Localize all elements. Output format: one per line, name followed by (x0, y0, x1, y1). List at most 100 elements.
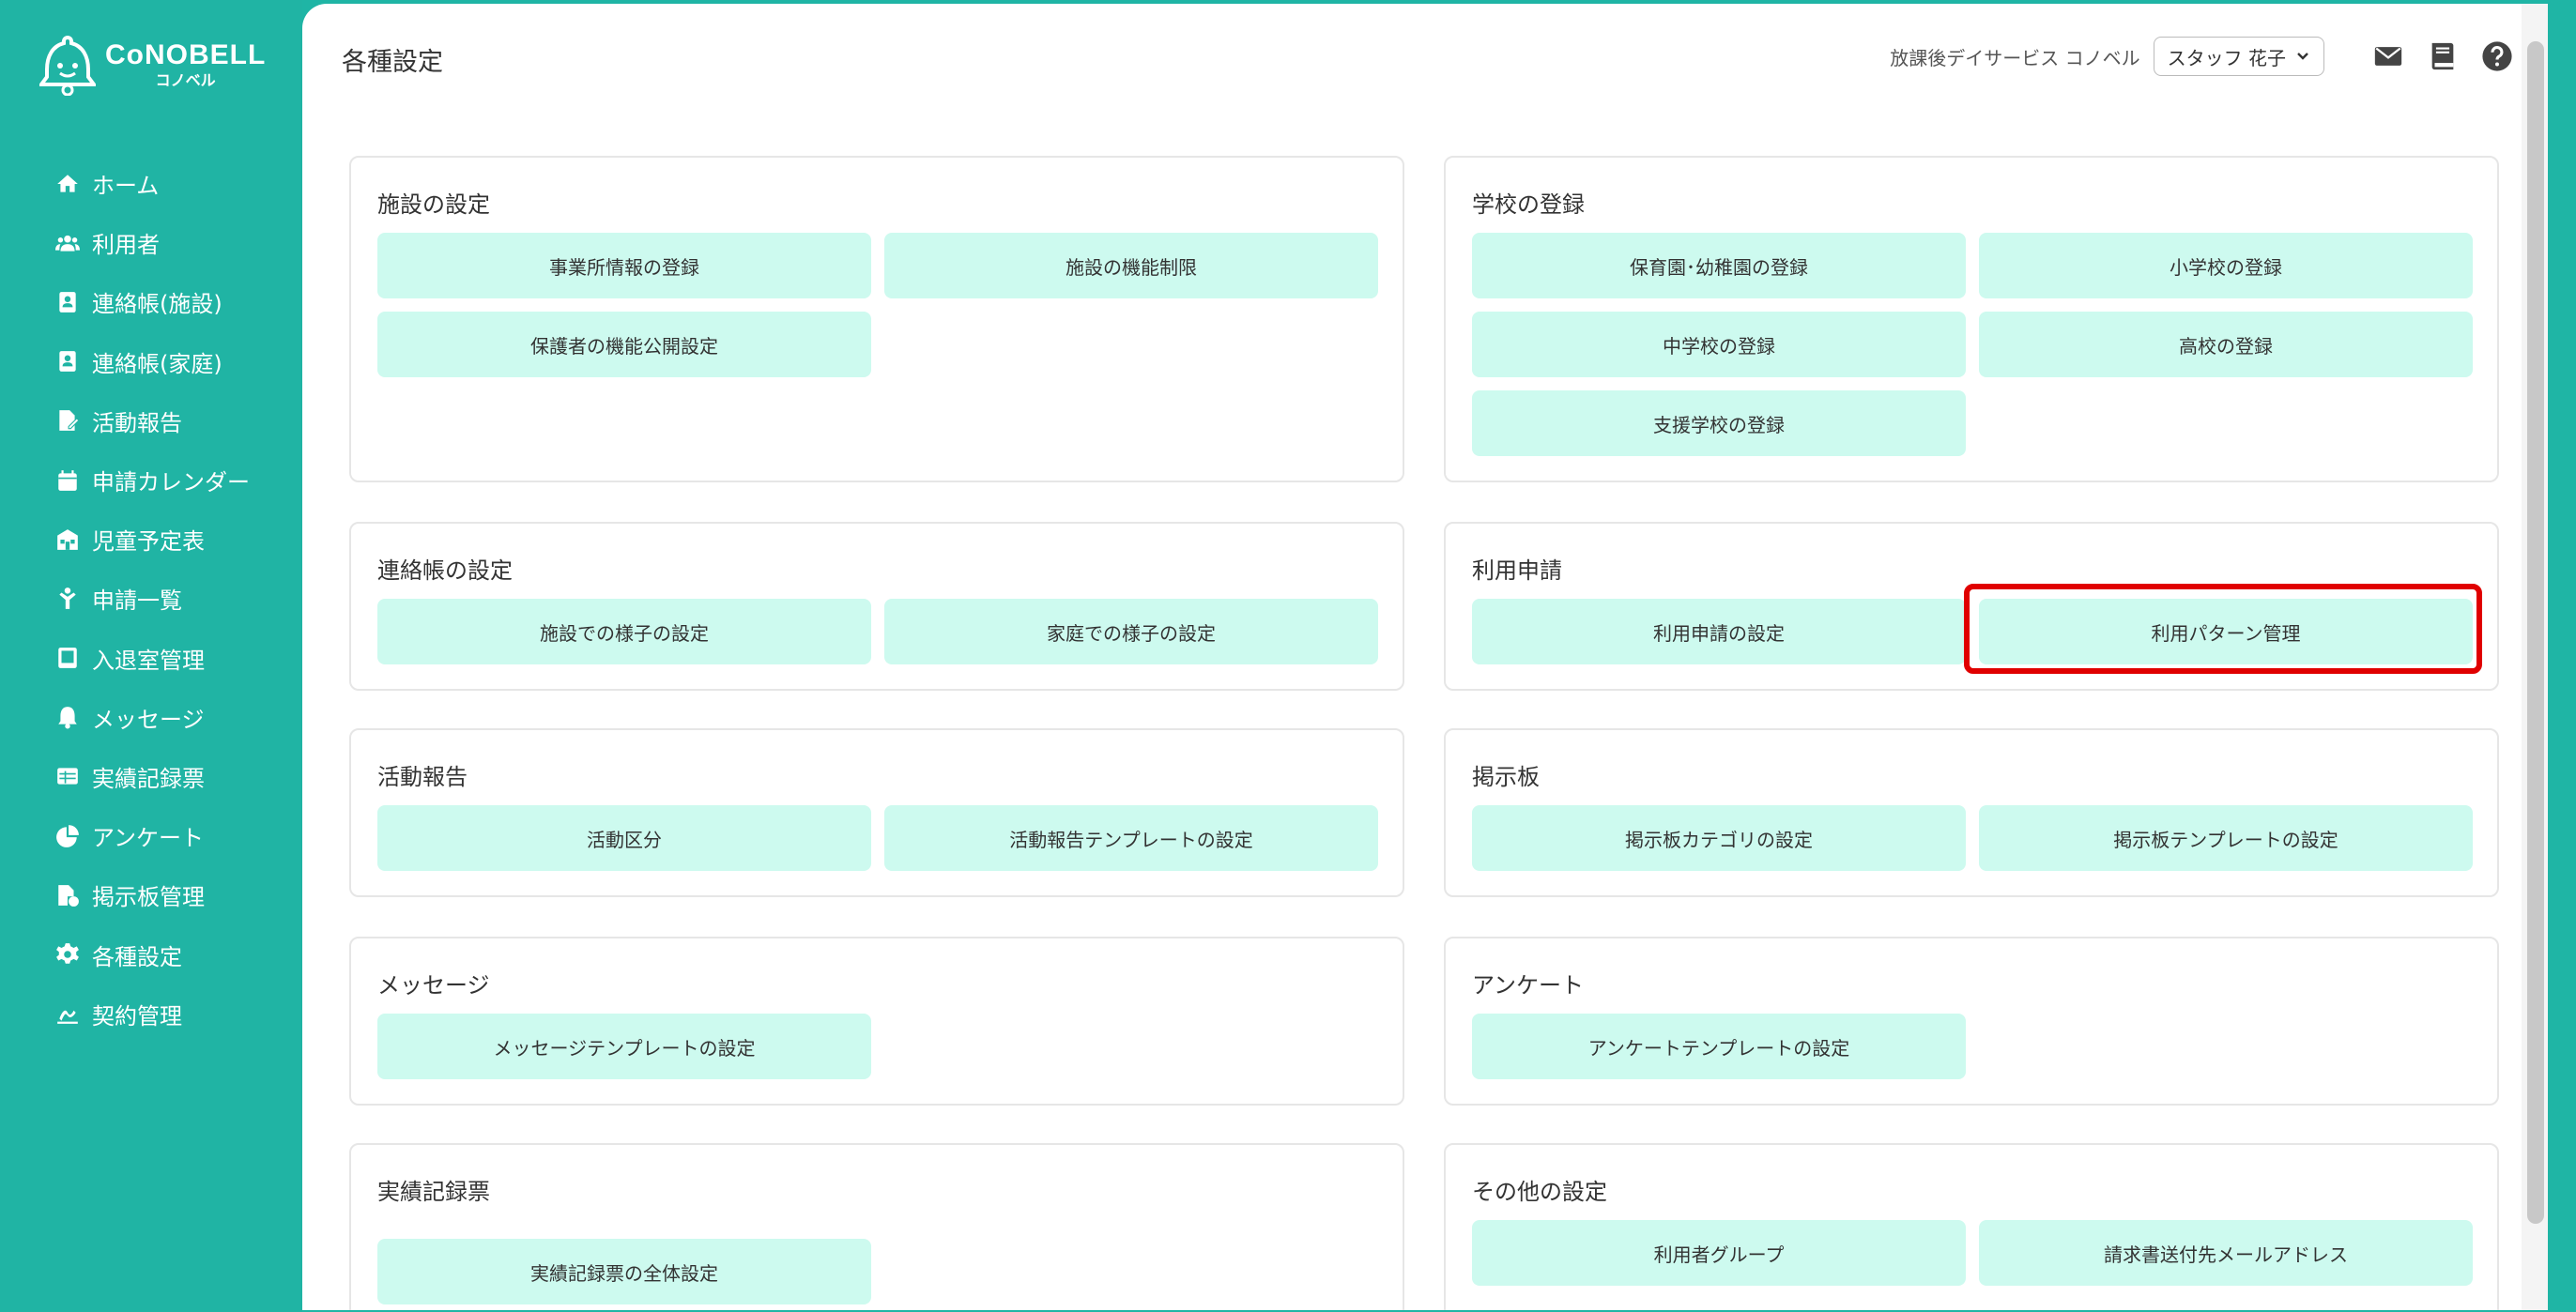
sidebar-item-survey[interactable]: アンケート (54, 806, 299, 865)
sidebar-item-label: 契約管理 (92, 1002, 182, 1030)
activity-category-button[interactable]: 活動区分 (377, 805, 871, 871)
guardian-function-button[interactable]: 保護者の機能公開設定 (377, 312, 871, 377)
card-survey: アンケート アンケートテンプレートの設定 (1444, 937, 2499, 1106)
sidebar-item-label: ホーム (92, 173, 160, 200)
gear-icon (54, 941, 81, 968)
card-message: メッセージ メッセージテンプレートの設定 (349, 937, 1404, 1106)
sidebar-item-records[interactable]: 実績記録票 (54, 747, 299, 806)
card-record: 実績記録票 実績記録票の全体設定 (349, 1143, 1404, 1310)
contact-book-icon (54, 289, 81, 315)
pie-icon (54, 823, 81, 849)
sidebar-item-label: 掲示板管理 (92, 884, 205, 911)
sidebar-item-contracts[interactable]: 契約管理 (54, 984, 299, 1044)
sidebar-item-label: 各種設定 (92, 943, 182, 970)
invoice-email-button[interactable]: 請求書送付先メールアドレス (1979, 1220, 2473, 1286)
brand-name: CoNOBELL (105, 39, 267, 70)
message-template-button[interactable]: メッセージテンプレートの設定 (377, 1014, 871, 1079)
sidebar-item-label: 申請一覧 (92, 587, 182, 615)
facility-info-button[interactable]: 事業所情報の登録 (377, 233, 871, 298)
card-contact-settings: 連絡帳の設定 施設での様子の設定 家庭での様子の設定 (349, 522, 1404, 691)
sidebar-item-requests[interactable]: 申請一覧 (54, 569, 299, 628)
sidebar-item-activity-report[interactable]: 活動報告 (54, 391, 299, 450)
sidebar-item-label: 児童予定表 (92, 528, 205, 556)
support-school-registration-button[interactable]: 支援学校の登録 (1472, 390, 1966, 456)
tablet-icon (54, 645, 81, 671)
sidebar-item-settings[interactable]: 各種設定 (54, 924, 299, 984)
child-icon (54, 586, 81, 612)
home-status-setting-button[interactable]: 家庭での様子の設定 (884, 599, 1378, 664)
sidebar-item-label: メッセージ (92, 706, 205, 733)
manual-book-icon[interactable] (2426, 39, 2460, 73)
card-title: その他の設定 (1472, 1179, 1607, 1205)
nursery-registration-button[interactable]: 保育園･幼稚園の登録 (1472, 233, 1966, 298)
card-facility-settings: 施設の設定 事業所情報の登録 施設の機能制限 保護者の機能公開設定 (349, 156, 1404, 482)
main-panel: 各種設定 放課後デイサービス コノベル スタッフ 花子 施設の設定 事業所情報の… (302, 4, 2548, 1310)
user-group-button[interactable]: 利用者グループ (1472, 1220, 1966, 1286)
report-icon (54, 407, 81, 434)
sidebar-item-label: 申請カレンダー (92, 469, 250, 496)
schedule-icon (54, 526, 81, 553)
board-icon (54, 882, 81, 908)
sidebar-nav: ホーム 利用者 連絡帳(施設) 連絡帳(家庭) 活動報告 申請カレンダー 児童予… (54, 154, 299, 1044)
record-global-setting-button[interactable]: 実績記録票の全体設定 (377, 1239, 871, 1304)
card-other-settings: その他の設定 利用者グループ 請求書送付先メールアドレス (1444, 1143, 2499, 1310)
card-title: 利用申請 (1472, 557, 1562, 584)
card-title: 実績記録票 (377, 1179, 490, 1205)
sidebar-item-label: 連絡帳(家庭) (92, 350, 222, 377)
bell-logo-icon (39, 35, 96, 96)
card-usage-request: 利用申請 利用申請の設定 利用パターン管理 (1444, 522, 2499, 691)
board-template-button[interactable]: 掲示板テンプレートの設定 (1979, 805, 2473, 871)
junior-high-registration-button[interactable]: 中学校の登録 (1472, 312, 1966, 377)
user-select[interactable]: スタッフ 花子 (2153, 37, 2324, 76)
home-icon (54, 171, 81, 197)
help-icon[interactable] (2480, 39, 2514, 73)
sidebar-item-label: 連絡帳(施設) (92, 291, 222, 318)
survey-template-button[interactable]: アンケートテンプレートの設定 (1472, 1014, 1966, 1079)
card-title: 学校の登録 (1472, 191, 1585, 218)
card-title: メッセージ (377, 972, 490, 999)
sidebar-item-label: 入退室管理 (92, 647, 205, 674)
facility-status-setting-button[interactable]: 施設での様子の設定 (377, 599, 871, 664)
facility-function-limit-button[interactable]: 施設の機能制限 (884, 233, 1378, 298)
user-name: スタッフ 花子 (2167, 46, 2286, 69)
sidebar-item-users[interactable]: 利用者 (54, 213, 299, 272)
usage-pattern-management-button[interactable]: 利用パターン管理 (1979, 599, 2473, 664)
sidebar-item-contact-home[interactable]: 連絡帳(家庭) (54, 332, 299, 391)
sidebar-item-entry-exit[interactable]: 入退室管理 (54, 629, 299, 688)
card-activity-report: 活動報告 活動区分 活動報告テンプレートの設定 (349, 728, 1404, 897)
logo[interactable]: CoNOBELL コノベル (39, 32, 274, 98)
usage-request-setting-button[interactable]: 利用申請の設定 (1472, 599, 1966, 664)
sidebar-item-schedule[interactable]: 児童予定表 (54, 510, 299, 569)
sidebar-item-home[interactable]: ホーム (54, 154, 299, 213)
calendar-icon (54, 467, 81, 494)
sidebar-item-messages[interactable]: メッセージ (54, 688, 299, 747)
high-school-registration-button[interactable]: 高校の登録 (1979, 312, 2473, 377)
card-title: 掲示板 (1472, 764, 1540, 790)
scrollbar-thumb[interactable] (2527, 41, 2544, 1224)
scrollbar-track[interactable] (2522, 4, 2548, 1310)
board-category-button[interactable]: 掲示板カテゴリの設定 (1472, 805, 1966, 871)
brand-sub: コノベル (155, 71, 216, 89)
sidebar-item-label: 実績記録票 (92, 765, 205, 792)
sidebar-item-label: 利用者 (92, 232, 160, 259)
contact-book-icon (54, 348, 81, 374)
top-bar: 放課後デイサービス コノベル スタッフ 花子 (1890, 36, 2514, 77)
sidebar-item-board[interactable]: 掲示板管理 (54, 865, 299, 924)
card-title: アンケート (1472, 972, 1585, 999)
bell-icon (54, 704, 81, 730)
card-title: 連絡帳の設定 (377, 557, 513, 584)
page-title: 各種設定 (342, 48, 443, 77)
activity-template-button[interactable]: 活動報告テンプレートの設定 (884, 805, 1378, 871)
card-title: 施設の設定 (377, 191, 490, 218)
chevron-down-icon (2297, 53, 2308, 60)
sidebar-item-calendar[interactable]: 申請カレンダー (54, 450, 299, 510)
card-bulletin-board: 掲示板 掲示板カテゴリの設定 掲示板テンプレートの設定 (1444, 728, 2499, 897)
sidebar-item-label: 活動報告 (92, 409, 182, 436)
sidebar: CoNOBELL コノベル ホーム 利用者 連絡帳(施設) 連絡帳(家庭) 活動… (0, 0, 302, 1312)
contract-icon (54, 1000, 81, 1027)
card-title: 活動報告 (377, 764, 468, 790)
mail-icon[interactable] (2371, 39, 2405, 73)
sidebar-item-contact-facility[interactable]: 連絡帳(施設) (54, 272, 299, 331)
elementary-registration-button[interactable]: 小学校の登録 (1979, 233, 2473, 298)
sidebar-item-label: アンケート (92, 825, 205, 852)
